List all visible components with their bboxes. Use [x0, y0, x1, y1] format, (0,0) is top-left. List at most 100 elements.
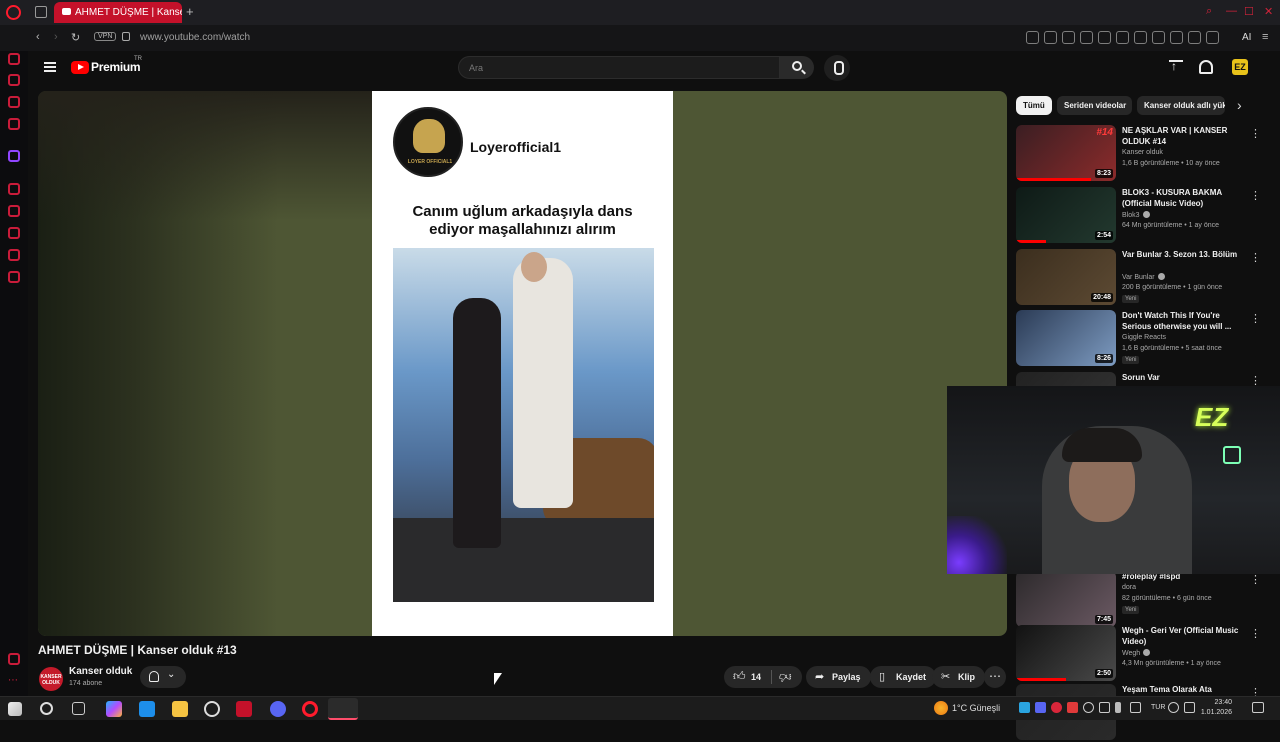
language-indicator[interactable]: TUR	[1151, 704, 1165, 711]
play-icon[interactable]	[1098, 31, 1111, 44]
forward-button[interactable]: ›	[54, 31, 58, 43]
weather-sun-icon[interactable]	[934, 701, 948, 715]
recommended-video[interactable]: 2:50 Wegh - Geri Ver (Official Music Vide…	[1016, 625, 1264, 683]
dislike-button[interactable]: 👍︎	[779, 669, 792, 684]
voice-search-button[interactable]	[824, 55, 850, 81]
recommended-video[interactable]: 7:45 #roleplay #lspd dora 82 görüntüleme • …	[1016, 571, 1264, 629]
bookmarks-icon[interactable]	[8, 205, 20, 217]
telegram-tray-icon[interactable]	[1019, 702, 1030, 713]
gmail-icon[interactable]	[8, 118, 20, 130]
aria-icon[interactable]	[8, 53, 20, 65]
notifications-icon[interactable]	[1199, 60, 1213, 74]
url-field[interactable]: www.youtube.com/watch	[140, 32, 250, 43]
close-window-button[interactable]: ✕	[1264, 5, 1273, 18]
youtube-logo-icon[interactable]	[71, 61, 89, 74]
video-thumbnail[interactable]: #14 8:23	[1016, 125, 1116, 181]
downloads-icon[interactable]	[8, 249, 20, 261]
save-button[interactable]: ▯ Kaydet	[870, 666, 937, 688]
recommended-channel[interactable]: Giggle Reacts	[1122, 334, 1166, 341]
task-view-icon[interactable]	[72, 702, 85, 715]
hidden-tray-icon[interactable]	[1099, 702, 1110, 713]
create-upload-icon[interactable]	[1169, 59, 1183, 74]
recommended-channel[interactable]: Blok3	[1122, 211, 1150, 219]
video-thumbnail[interactable]: 2:54	[1016, 187, 1116, 243]
workspace-icon[interactable]	[8, 74, 20, 86]
channel-avatar[interactable]: KANSER OLDUK	[39, 667, 63, 691]
recommended-video-title[interactable]: NE AŞKLAR VAR | KANSER OLDUK #14	[1122, 125, 1246, 147]
ai-button[interactable]: AI	[1242, 32, 1251, 43]
sidebar-more-icon[interactable]: ⋯	[8, 675, 20, 687]
recommended-video-title[interactable]: Yeşam Tema Olarak Ata	[1122, 684, 1246, 695]
clock[interactable]: 23:40 1.01.2026	[1200, 698, 1232, 718]
vpn-icon[interactable]	[1188, 31, 1201, 44]
history-icon[interactable]	[8, 183, 20, 195]
recommended-video-title[interactable]: BLOK3 - KUSURA BAKMA (Official Music Vid…	[1122, 187, 1246, 209]
recommended-channel[interactable]: Var Bunlar	[1122, 273, 1165, 281]
recommended-video[interactable]: 8:26 Don't Watch This If You're Serious o…	[1016, 310, 1264, 368]
file-explorer-icon[interactable]	[172, 701, 188, 717]
snapshot-icon[interactable]	[1062, 31, 1075, 44]
new-tab-button[interactable]: +	[186, 4, 194, 19]
network-tray-icon[interactable]	[1130, 702, 1141, 713]
recommended-video-title[interactable]: Don't Watch This If You're Serious other…	[1122, 310, 1246, 332]
video-thumbnail[interactable]: 2:50	[1016, 625, 1116, 681]
search-input[interactable]: Ara	[458, 56, 780, 79]
recommended-channel[interactable]: Wegh	[1122, 649, 1151, 657]
menu-icon[interactable]: ≡	[1262, 31, 1268, 43]
opera-logo-icon[interactable]	[6, 5, 21, 20]
share-button[interactable]: ➦ Paylaş	[806, 666, 871, 688]
more-options-icon[interactable]: ⋮	[1250, 312, 1261, 325]
zoom-icon[interactable]	[1026, 31, 1039, 44]
chip-channel[interactable]: Kanser olduk adlı yük	[1137, 96, 1225, 115]
translate-icon[interactable]	[1152, 31, 1165, 44]
tab-manager-icon[interactable]	[35, 6, 47, 18]
app-tray-icon[interactable]	[1067, 702, 1078, 713]
opera-taskbar-icon[interactable]	[302, 701, 318, 717]
obs-tray-icon[interactable]	[1083, 702, 1094, 713]
recommended-video-title[interactable]: Wegh - Geri Ver (Official Music Video)	[1122, 625, 1246, 647]
edge-icon[interactable]	[139, 701, 155, 717]
shield-icon[interactable]	[1080, 31, 1093, 44]
pin-icon[interactable]	[1044, 31, 1057, 44]
taskbar-search-icon[interactable]	[40, 702, 53, 715]
maximize-button[interactable]: ☐	[1244, 5, 1254, 18]
back-button[interactable]: ‹	[36, 31, 40, 43]
opera-gx-taskbar-icon[interactable]	[328, 698, 358, 720]
guide-menu-icon[interactable]	[44, 62, 56, 72]
messenger-icon[interactable]	[8, 96, 20, 108]
app-icon[interactable]	[204, 701, 220, 717]
lock-icon[interactable]	[122, 32, 130, 41]
more-options-icon[interactable]: ⋮	[1250, 627, 1261, 640]
recommended-video[interactable]: 2:54 BLOK3 - KUSURA BAKMA (Official Music…	[1016, 187, 1264, 245]
subscription-bell-button[interactable]: ⌄	[140, 666, 186, 688]
youtube-logo-text[interactable]: Premium	[91, 60, 141, 74]
account-avatar[interactable]: EZ	[1232, 59, 1248, 75]
gx-icon[interactable]	[8, 653, 20, 665]
chip-series[interactable]: Seriden videolar	[1057, 96, 1132, 115]
video-thumbnail[interactable]: 8:26	[1016, 310, 1116, 366]
globe-tray-icon[interactable]	[1168, 702, 1179, 713]
more-options-icon[interactable]: ⋮	[1250, 127, 1261, 140]
more-options-icon[interactable]: ⋮	[1250, 251, 1261, 264]
music-icon[interactable]	[1134, 31, 1147, 44]
copilot-icon[interactable]	[106, 701, 122, 717]
recommended-channel[interactable]: dora	[1122, 584, 1136, 591]
video-thumbnail[interactable]: 7:45	[1016, 571, 1116, 627]
more-actions-button[interactable]: ⋯	[984, 666, 1006, 688]
opera-tray-icon[interactable]	[1051, 702, 1062, 713]
recommended-video-title[interactable]: Var Bunlar 3. Sezon 13. Bölüm	[1122, 249, 1246, 260]
search-tabs-icon[interactable]: ⌕	[1206, 5, 1212, 18]
microphone-tray-icon[interactable]	[1115, 702, 1121, 713]
video-player[interactable]: LOYER OFFICIAL1 Loyerofficial1 Canım uğl…	[38, 91, 1007, 636]
volume-tray-icon[interactable]	[1184, 702, 1195, 713]
voicemeeter-icon[interactable]	[236, 701, 252, 717]
minimize-button[interactable]: —	[1226, 5, 1237, 17]
more-options-icon[interactable]: ⋮	[1250, 573, 1261, 586]
recommended-video-title[interactable]: Sorun Var	[1122, 372, 1246, 383]
chip-all[interactable]: Tümü	[1016, 96, 1052, 115]
clip-button[interactable]: ✂ Klip	[932, 666, 985, 688]
discord-icon[interactable]	[270, 701, 286, 717]
more-options-icon[interactable]: ⋮	[1250, 189, 1261, 202]
twitch-icon[interactable]	[8, 150, 20, 162]
search-button[interactable]	[780, 56, 814, 79]
